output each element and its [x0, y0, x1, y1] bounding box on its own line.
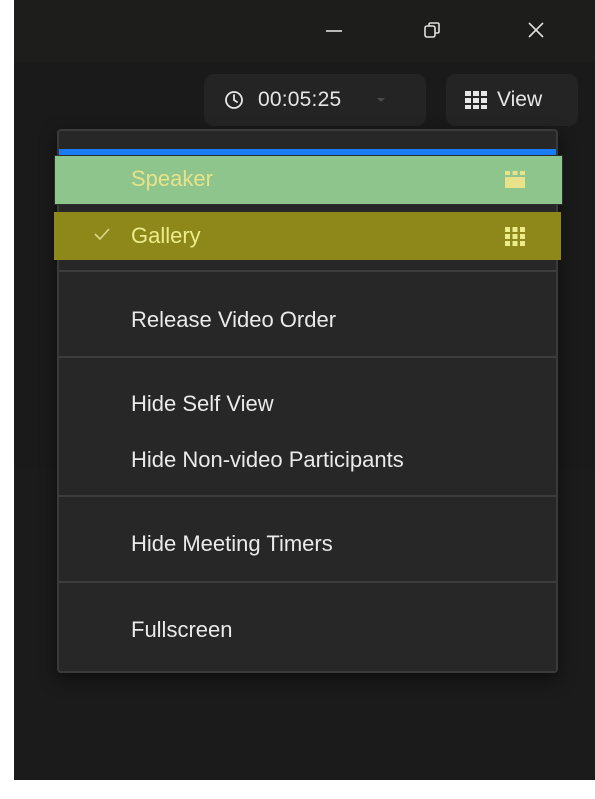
restore-button[interactable] — [412, 12, 452, 48]
speaker-layout-icon — [505, 171, 525, 188]
view-menu: Speaker Gallery Release Video Order Hide… — [54, 129, 563, 673]
menu-item-label: Fullscreen — [131, 617, 233, 642]
chevron-down-icon[interactable] — [375, 96, 387, 104]
close-button[interactable] — [516, 12, 556, 48]
menu-separator — [59, 581, 556, 583]
menu-separator — [59, 356, 556, 358]
menu-item-hide-self-view[interactable]: Hide Self View — [59, 382, 556, 426]
menu-item-hide-non-video-participants[interactable]: Hide Non-video Participants — [59, 438, 556, 482]
clock-icon — [225, 91, 243, 109]
menu-item-label: Hide Self View — [131, 391, 274, 416]
checkmark-icon — [94, 228, 110, 241]
view-button[interactable]: View — [446, 74, 578, 126]
timer-value: 00:05:25 — [258, 88, 342, 111]
title-bar — [14, 0, 595, 62]
menu-item-label: Hide Meeting Timers — [131, 531, 333, 556]
menu-item-label: Hide Non-video Participants — [131, 447, 404, 472]
restore-icon — [424, 22, 440, 38]
menu-item-speaker[interactable]: Speaker — [59, 157, 556, 201]
menu-item-label: Gallery — [131, 223, 201, 248]
close-icon — [528, 22, 544, 38]
menu-item-fullscreen[interactable]: Fullscreen — [59, 608, 556, 652]
minimize-button[interactable] — [314, 12, 354, 48]
gallery-layout-icon — [505, 227, 525, 246]
meeting-timer[interactable]: 00:05:25 — [204, 74, 426, 126]
menu-item-label: Speaker — [131, 166, 213, 191]
meeting-window: 00:05:25 View Speaker Gallery Release Vi… — [14, 0, 595, 780]
menu-item-label: Release Video Order — [131, 307, 337, 332]
menu-item-hide-meeting-timers[interactable]: Hide Meeting Timers — [59, 522, 556, 566]
menu-item-gallery[interactable]: Gallery — [59, 214, 556, 258]
grid-icon — [465, 91, 487, 109]
menu-item-release-video-order[interactable]: Release Video Order — [59, 298, 556, 342]
view-button-label: View — [497, 88, 543, 111]
minimize-icon — [326, 30, 342, 32]
menu-separator — [59, 270, 556, 272]
menu-separator — [59, 495, 556, 497]
